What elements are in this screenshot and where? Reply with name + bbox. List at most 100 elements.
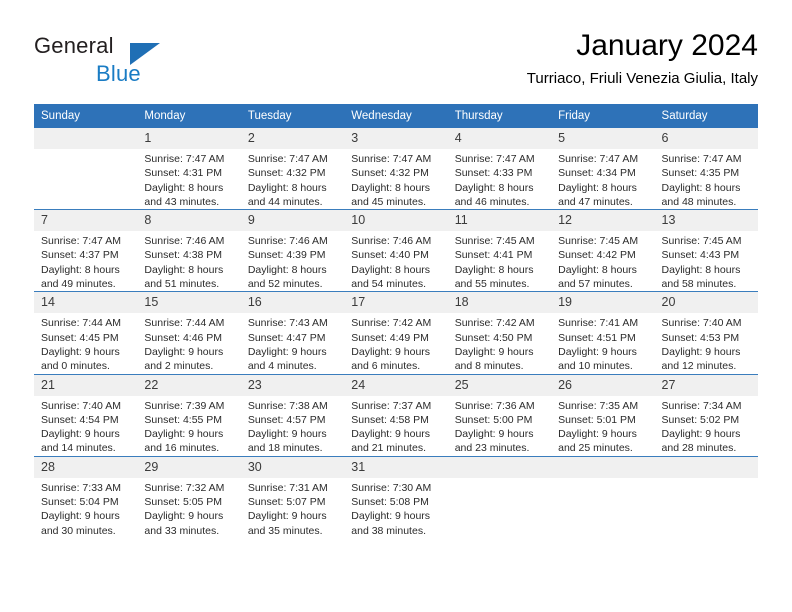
calendar-day-cell[interactable]: 9 Sunrise: 7:46 AM Sunset: 4:39 PM Daylight…: [240, 209, 345, 292]
calendar-day-cell[interactable]: 17 Sunrise: 7:42 AM Sunset: 4:49 PM Dayligh…: [344, 291, 448, 375]
day-details: Sunrise: 7:47 AM Sunset: 4:34 PM Daylight:…: [551, 149, 654, 209]
calendar-day-cell[interactable]: 31 Sunrise: 7:30 AM Sunset: 5:08 PM Dayligh…: [344, 455, 448, 538]
daylight-line: Daylight: 9 hours: [454, 428, 534, 441]
daylight-line-2: and 18 minutes.: [247, 442, 323, 455]
calendar-day-cell[interactable]: 11 Sunrise: 7:45 AM Sunset: 4:41 PM Dayligh…: [447, 209, 552, 292]
calendar-day-cell[interactable]: 21 Sunrise: 7:40 AM Sunset: 4:54 PM Dayligh…: [34, 373, 138, 457]
day-number: [34, 128, 138, 149]
day-details: Sunrise: 7:39 AM Sunset: 4:55 PM Daylight:…: [137, 396, 240, 456]
sunset-line: Sunset: 4:32 PM: [247, 167, 326, 180]
day-details: Sunrise: 7:45 AM Sunset: 4:41 PM Daylight:…: [448, 231, 551, 291]
calendar-day-cell[interactable]: 7 Sunrise: 7:47 AM Sunset: 4:37 PM Daylight…: [34, 209, 138, 292]
day-details: Sunrise: 7:45 AM Sunset: 4:43 PM Daylight:…: [655, 231, 758, 291]
daylight-line: Daylight: 8 hours: [144, 181, 224, 194]
day-number: [654, 456, 758, 478]
sunset-line: Sunset: 4:31 PM: [144, 167, 223, 180]
calendar-day-cell[interactable]: 20 Sunrise: 7:40 AM Sunset: 4:53 PM Dayligh…: [654, 291, 758, 375]
calendar-day-cell[interactable]: 10 Sunrise: 7:46 AM Sunset: 4:40 PM Dayligh…: [344, 209, 448, 292]
sunrise-line: Sunrise: 7:43 AM: [247, 317, 328, 330]
calendar-day-cell[interactable]: 19 Sunrise: 7:41 AM Sunset: 4:51 PM Dayligh…: [551, 291, 655, 375]
day-number: 20: [654, 292, 758, 314]
sunrise-line: Sunrise: 7:47 AM: [661, 153, 742, 165]
day-number: 16: [240, 292, 345, 314]
title-block: January 2024 Turriaco, Friuli Venezia Gi…: [527, 28, 758, 90]
calendar-day-cell[interactable]: 16 Sunrise: 7:43 AM Sunset: 4:47 PM Dayligh…: [240, 291, 345, 375]
day-details: Sunrise: 7:42 AM Sunset: 4:50 PM Daylight:…: [448, 313, 551, 373]
daylight-line: Daylight: 8 hours: [454, 263, 534, 276]
day-number: 31: [344, 456, 448, 478]
day-details: Sunrise: 7:40 AM Sunset: 4:53 PM Daylight:…: [655, 313, 758, 373]
calendar-day-cell[interactable]: 3 Sunrise: 7:47 AM Sunset: 4:32 PM Daylight…: [344, 128, 448, 210]
day-details: Sunrise: 7:36 AM Sunset: 5:00 PM Daylight:…: [448, 396, 551, 456]
day-number: 26: [551, 374, 655, 396]
calendar-day-cell[interactable]: 18 Sunrise: 7:42 AM Sunset: 4:50 PM Dayligh…: [447, 291, 552, 375]
calendar-day-cell[interactable]: 12 Sunrise: 7:45 AM Sunset: 4:42 PM Dayligh…: [551, 209, 655, 292]
sunset-line: Sunset: 4:58 PM: [351, 413, 429, 426]
daylight-line: Daylight: 8 hours: [351, 263, 431, 276]
calendar-day-cell-empty: [551, 455, 655, 538]
calendar-day-cell[interactable]: 27 Sunrise: 7:34 AM Sunset: 5:02 PM Dayligh…: [654, 373, 758, 457]
sunset-line: Sunset: 5:01 PM: [558, 413, 636, 426]
sunrise-line: Sunrise: 7:41 AM: [558, 317, 639, 330]
sunset-line: Sunset: 4:49 PM: [351, 331, 429, 344]
day-number: 13: [654, 210, 758, 232]
daylight-line-2: and 21 minutes.: [351, 442, 426, 455]
day-details: Sunrise: 7:45 AM Sunset: 4:42 PM Daylight:…: [551, 231, 654, 291]
sunset-line: Sunset: 4:42 PM: [558, 249, 636, 262]
day-number: 14: [34, 292, 138, 314]
sunset-line: Sunset: 4:43 PM: [661, 249, 740, 262]
calendar-day-cell[interactable]: 1 Sunrise: 7:47 AM Sunset: 4:31 PM Daylight…: [137, 128, 241, 210]
calendar-day-cell[interactable]: 22 Sunrise: 7:39 AM Sunset: 4:55 PM Dayligh…: [137, 373, 241, 457]
sunrise-line: Sunrise: 7:46 AM: [247, 235, 328, 248]
calendar-day-cell-empty: [447, 455, 552, 538]
calendar-day-cell[interactable]: 24 Sunrise: 7:37 AM Sunset: 4:58 PM Dayligh…: [344, 373, 448, 457]
sunrise-line: Sunrise: 7:47 AM: [41, 235, 121, 248]
calendar-day-cell[interactable]: 26 Sunrise: 7:35 AM Sunset: 5:01 PM Dayligh…: [551, 373, 655, 457]
day-number: 17: [344, 292, 448, 314]
weekday-header-thursday: Thursday: [447, 104, 552, 128]
day-number: 15: [137, 292, 241, 314]
calendar-day-cell[interactable]: 23 Sunrise: 7:38 AM Sunset: 4:57 PM Dayligh…: [240, 373, 345, 457]
daylight-line-2: and 8 minutes.: [454, 360, 524, 373]
day-details: Sunrise: 7:43 AM Sunset: 4:47 PM Daylight:…: [241, 313, 344, 373]
calendar-day-cell[interactable]: 29 Sunrise: 7:32 AM Sunset: 5:05 PM Dayligh…: [137, 455, 241, 538]
daylight-line: Daylight: 9 hours: [558, 428, 637, 441]
day-details: [655, 478, 758, 481]
calendar-day-cell[interactable]: 14 Sunrise: 7:44 AM Sunset: 4:45 PM Dayligh…: [34, 291, 138, 375]
calendar-day-cell[interactable]: 25 Sunrise: 7:36 AM Sunset: 5:00 PM Dayligh…: [447, 373, 552, 457]
day-number: 12: [551, 210, 655, 232]
sunrise-line: Sunrise: 7:36 AM: [454, 399, 535, 412]
calendar-day-cell[interactable]: 5 Sunrise: 7:47 AM Sunset: 4:34 PM Daylight…: [551, 128, 655, 210]
daylight-line: Daylight: 9 hours: [454, 345, 534, 358]
daylight-line: Daylight: 9 hours: [351, 428, 431, 441]
daylight-line-2: and 54 minutes.: [351, 278, 426, 291]
calendar-day-cell[interactable]: 15 Sunrise: 7:44 AM Sunset: 4:46 PM Dayligh…: [137, 291, 241, 375]
sunset-line: Sunset: 4:38 PM: [144, 249, 223, 262]
daylight-line-2: and 38 minutes.: [351, 524, 426, 537]
calendar-day-cell[interactable]: 30 Sunrise: 7:31 AM Sunset: 5:07 PM Dayligh…: [240, 455, 345, 538]
weekday-header-saturday: Saturday: [654, 104, 758, 128]
sunrise-line: Sunrise: 7:45 AM: [661, 235, 742, 248]
daylight-line: Daylight: 8 hours: [144, 263, 224, 276]
daylight-line-2: and 46 minutes.: [454, 195, 530, 208]
sunrise-line: Sunrise: 7:39 AM: [144, 399, 225, 412]
sunrise-line: Sunrise: 7:46 AM: [144, 235, 225, 248]
day-number: 23: [240, 374, 345, 396]
day-details: Sunrise: 7:34 AM Sunset: 5:02 PM Daylight:…: [655, 396, 758, 456]
sunset-line: Sunset: 4:55 PM: [144, 413, 223, 426]
sunset-line: Sunset: 4:54 PM: [41, 413, 119, 426]
calendar-day-cell[interactable]: 6 Sunrise: 7:47 AM Sunset: 4:35 PM Daylight…: [654, 128, 758, 210]
daylight-line-2: and 23 minutes.: [454, 442, 530, 455]
calendar-week-row: 28 Sunrise: 7:33 AM Sunset: 5:04 PM Dayligh…: [34, 455, 758, 538]
sunset-line: Sunset: 4:57 PM: [247, 413, 326, 426]
calendar-day-cell[interactable]: 2 Sunrise: 7:47 AM Sunset: 4:32 PM Daylight…: [240, 128, 345, 210]
calendar-day-cell[interactable]: 4 Sunrise: 7:47 AM Sunset: 4:33 PM Daylight…: [447, 128, 552, 210]
daylight-line: Daylight: 9 hours: [661, 345, 741, 358]
calendar-day-cell[interactable]: 13 Sunrise: 7:45 AM Sunset: 4:43 PM Dayligh…: [654, 209, 758, 292]
day-number: 6: [654, 128, 758, 149]
sunrise-line: Sunrise: 7:33 AM: [41, 481, 121, 494]
general-blue-logo: General Blue: [34, 28, 284, 88]
calendar-day-cell[interactable]: 8 Sunrise: 7:46 AM Sunset: 4:38 PM Daylight…: [137, 209, 241, 292]
calendar-day-cell[interactable]: 28 Sunrise: 7:33 AM Sunset: 5:04 PM Dayligh…: [34, 455, 138, 538]
day-number: 29: [137, 456, 241, 478]
